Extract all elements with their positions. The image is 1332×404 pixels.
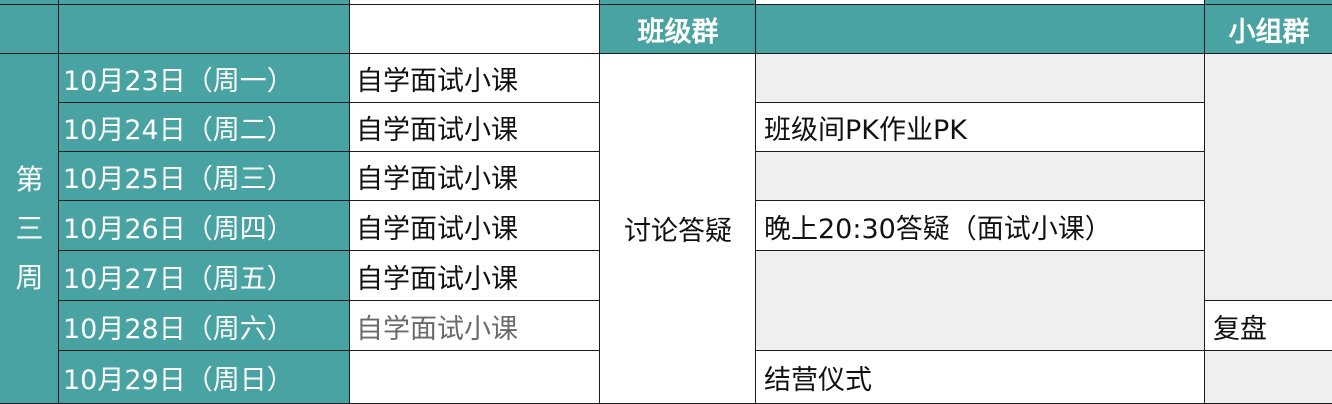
course-cell: 自学面试小课: [349, 53, 601, 104]
week-label-char: 第: [15, 163, 44, 196]
activity-cell-merged: [755, 250, 1206, 352]
activity-cell: 晚上20:30答疑（面试小课）: [755, 200, 1206, 252]
date-cell: 10月27日（周五）: [58, 250, 351, 302]
date-cell: 10月25日（周三）: [58, 151, 351, 202]
header-activity-cell: [755, 4, 1206, 55]
course-cell: 自学面试小课: [349, 151, 601, 202]
week-label: 第 三 周: [0, 53, 60, 404]
header-course-cell: [349, 4, 601, 55]
header-blank-cell: [0, 4, 60, 55]
review-cell: 复盘: [1204, 300, 1332, 352]
date-cell: 10月29日（周日）: [58, 350, 351, 404]
schedule-sheet: 班级群 小组群 第 三 周 10月23日（周一） 10月24日（周二） 10月2…: [0, 0, 1332, 404]
class-group-header: 班级群: [599, 4, 757, 55]
small-group-header: 小组群: [1204, 4, 1332, 55]
week-label-char: 三: [15, 212, 44, 245]
activity-cell: 结营仪式: [755, 350, 1206, 404]
activity-cell: [755, 53, 1206, 104]
small-group-cell: [1204, 350, 1332, 404]
small-group-cell-merged: [1204, 53, 1332, 302]
week-label-char: 周: [15, 261, 44, 294]
date-cell: 10月28日（周六）: [58, 300, 351, 352]
date-cell: 10月26日（周四）: [58, 200, 351, 252]
course-cell: 自学面试小课: [349, 250, 601, 302]
date-cell: 10月24日（周二）: [58, 102, 351, 153]
course-cell: 自学面试小课: [349, 200, 601, 252]
activity-cell: [755, 151, 1206, 202]
course-cell: 自学面试小课: [349, 102, 601, 153]
discussion-cell: 讨论答疑: [599, 53, 757, 404]
activity-cell: 班级间PK作业PK: [755, 102, 1206, 153]
header-date-cell: [58, 4, 351, 55]
course-cell: 自学面试小课: [349, 300, 601, 352]
date-cell: 10月23日（周一）: [58, 53, 351, 104]
course-cell: [349, 350, 601, 404]
